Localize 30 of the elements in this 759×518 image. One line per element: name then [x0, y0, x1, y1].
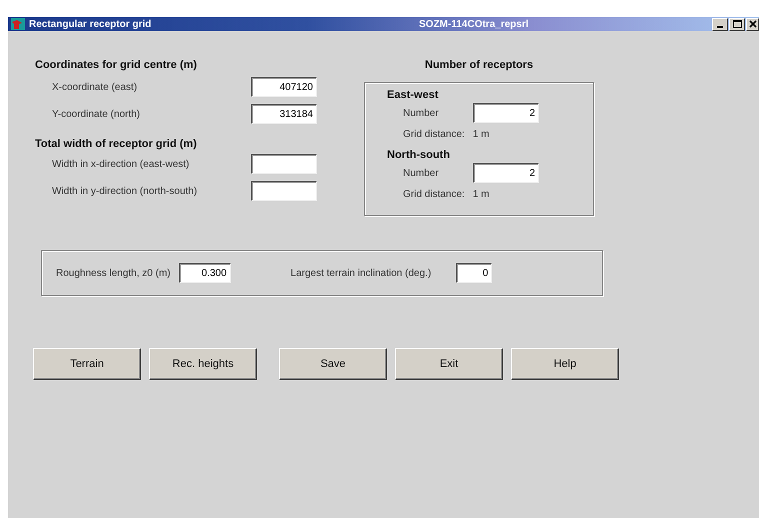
input-field[interactable]: 313184	[251, 104, 317, 124]
dialog-button[interactable]: Help	[511, 348, 619, 380]
input-field[interactable]: 2	[473, 163, 539, 183]
field-label: Grid distance:	[403, 129, 465, 140]
input-field[interactable]: 2	[473, 103, 539, 123]
document-name: SOZM-114COtra_repsrl	[419, 18, 530, 30]
dialog-button[interactable]: Terrain	[33, 348, 141, 380]
field-label: Y-coordinate (north)	[52, 108, 140, 120]
input-field[interactable]: 0.300	[178, 263, 231, 283]
field-label: Number	[403, 168, 440, 178]
input-field[interactable]: 407120	[251, 77, 317, 97]
window-title: Rectangular receptor grid	[29, 18, 152, 30]
dialog-button[interactable]: Save	[279, 348, 387, 380]
distance-value: 1 m	[472, 129, 490, 140]
field-label: Grid distance:	[403, 189, 465, 200]
section-heading: Total width of receptor grid (m)	[35, 138, 198, 150]
dialog-button[interactable]: Exit	[395, 348, 503, 380]
section-heading: Coordinates for grid centre (m)	[35, 59, 198, 71]
input-field[interactable]: 0	[456, 263, 492, 283]
group-heading: East-west	[387, 89, 440, 101]
distance-value: 1 m	[472, 189, 490, 200]
field-label: X-coordinate (east)	[52, 82, 138, 92]
field-label: Roughness length, z0 (m)	[56, 268, 171, 278]
field-label: Number	[403, 108, 440, 118]
dialog-button[interactable]: Rec. heights	[149, 348, 257, 380]
field-label: Width in y-direction (north-south)	[52, 186, 198, 196]
section-heading: Number of receptors	[424, 59, 534, 71]
group-heading: North-south	[387, 149, 451, 161]
field-label: Width in x-direction (east-west)	[52, 158, 190, 170]
field-label: Largest terrain inclination (deg.)	[290, 268, 432, 278]
